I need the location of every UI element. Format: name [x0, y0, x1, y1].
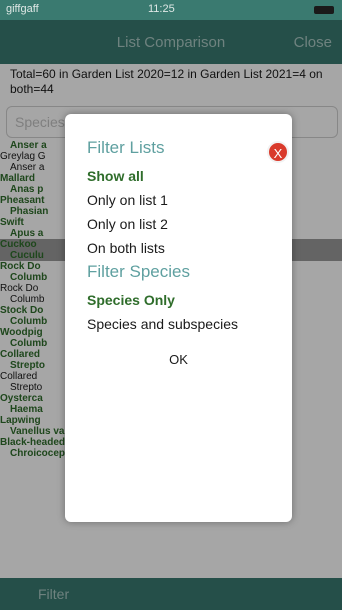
- status-bar: giffgaff 11:25: [0, 0, 342, 20]
- option-species-and-subspecies[interactable]: Species and subspecies: [87, 316, 238, 332]
- dialog-close-button[interactable]: X: [267, 141, 289, 163]
- option-only-list-1[interactable]: Only on list 1: [87, 192, 168, 208]
- filter-species-heading: Filter Species: [87, 262, 190, 281]
- filter-dialog: Filter Lists Show all Only on list 1 Onl…: [65, 114, 292, 522]
- battery-icon: [314, 6, 334, 14]
- close-icon: X: [273, 146, 283, 161]
- option-species-only[interactable]: Species Only: [87, 292, 175, 308]
- option-only-list-2[interactable]: Only on list 2: [87, 216, 168, 232]
- clock: 11:25: [148, 3, 175, 15]
- option-both-lists[interactable]: On both lists: [87, 240, 165, 256]
- carrier-label: giffgaff: [6, 3, 39, 15]
- option-show-all[interactable]: Show all: [87, 168, 144, 184]
- filter-lists-heading: Filter Lists: [87, 138, 165, 157]
- ok-button[interactable]: OK: [65, 352, 292, 367]
